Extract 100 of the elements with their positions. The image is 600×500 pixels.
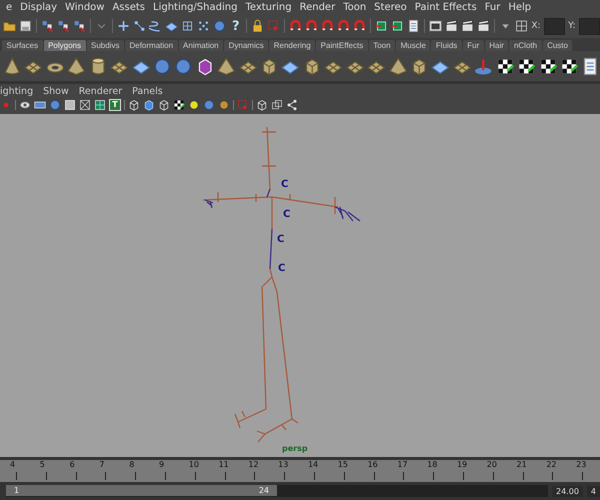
checker-icon[interactable]: [496, 56, 514, 76]
cross-icon[interactable]: [116, 18, 130, 34]
frame-number: 10: [188, 460, 200, 469]
frame-number: 20: [486, 460, 498, 469]
end-time-field[interactable]: 24.00: [552, 486, 583, 496]
checker-icon[interactable]: [173, 99, 185, 111]
overlapping-squares-icon[interactable]: [271, 99, 283, 111]
wireframe-cube-icon[interactable]: [256, 99, 268, 111]
box-icon[interactable]: [260, 56, 278, 76]
cone-icon[interactable]: [3, 56, 22, 76]
frame-number: 21: [516, 460, 528, 469]
x-field[interactable]: [544, 18, 566, 34]
nodes-icon[interactable]: [40, 18, 54, 34]
sphere-icon[interactable]: [213, 18, 226, 34]
shelf-tab[interactable]: Toon: [368, 40, 396, 51]
clapperboard-icon[interactable]: [477, 18, 490, 34]
menu-item[interactable]: Render: [296, 2, 340, 12]
checker-icon[interactable]: [538, 56, 557, 76]
joint-label: C: [283, 209, 290, 220]
playback-end-field[interactable]: 4: [586, 486, 600, 496]
frame-number: 16: [368, 460, 379, 469]
panel-menu-item[interactable]: Renderer: [78, 86, 128, 96]
frame-number: 4: [10, 460, 16, 469]
shelf-tab[interactable]: Fluids: [431, 40, 462, 51]
frame-number: 19: [456, 460, 468, 469]
sphere-icon[interactable]: [203, 99, 215, 111]
frame-number: 13: [278, 460, 290, 469]
cross-box-icon[interactable]: [79, 99, 91, 111]
sphere-icon[interactable]: [152, 56, 172, 76]
panel-menu-item[interactable]: Panels: [132, 86, 169, 96]
y-label: Y:: [568, 21, 576, 31]
menu-item[interactable]: Help: [504, 2, 536, 12]
frame-number: 6: [70, 460, 76, 469]
shelf-tab[interactable]: Dynamics: [224, 40, 268, 51]
frame-number: 22: [546, 460, 558, 469]
shelf-tab[interactable]: Hair: [484, 40, 508, 51]
frame-number: 12: [248, 460, 260, 469]
sphere-icon[interactable]: [188, 99, 200, 111]
frame-number: 23: [576, 460, 588, 469]
clapperboard-icon[interactable]: [461, 18, 474, 34]
grid-box-icon[interactable]: [94, 99, 106, 111]
page-icon[interactable]: [407, 18, 420, 34]
frame-number: 17: [397, 460, 409, 469]
grid-box-icon[interactable]: [515, 18, 528, 34]
shelf-tab[interactable]: Polygons: [44, 40, 86, 51]
wireframe-cube-icon[interactable]: [158, 99, 170, 111]
frame-number: 9: [158, 460, 166, 469]
shelf-tab[interactable]: Muscle: [396, 40, 430, 51]
box-icon[interactable]: [410, 56, 428, 76]
nodes-icon[interactable]: [73, 18, 86, 34]
menu-item[interactable]: Assets: [108, 2, 150, 12]
menu-item[interactable]: Fur: [480, 2, 504, 12]
shelf-tab[interactable]: nCloth: [509, 40, 542, 51]
panel-menu-item[interactable]: ighting: [0, 86, 40, 96]
pyramid-icon[interactable]: [217, 56, 236, 76]
frame-number: 5: [40, 460, 46, 469]
shelf-tab[interactable]: Surfaces: [2, 40, 43, 51]
range-start: 1: [14, 486, 20, 495]
clapperboard-icon[interactable]: [445, 18, 458, 34]
shelf-tab[interactable]: Rendering: [269, 40, 316, 51]
joint-label: C: [278, 263, 286, 274]
menu-item[interactable]: Stereo: [370, 2, 411, 12]
shelf-tab[interactable]: Subdivs: [86, 40, 124, 51]
menu-item[interactable]: Toon: [339, 2, 370, 12]
checker-icon[interactable]: [517, 56, 536, 76]
render-window-icon[interactable]: [429, 18, 442, 34]
node-graph-icon[interactable]: [286, 99, 298, 111]
joint-label: C: [277, 234, 284, 245]
frame-number: 11: [218, 460, 230, 469]
shelf-tab[interactable]: Animation: [178, 40, 224, 51]
checker-icon[interactable]: [560, 56, 578, 76]
joint-chain-icon[interactable]: [132, 18, 146, 34]
x-label: X:: [531, 21, 541, 31]
shelf-tab[interactable]: Custo: [542, 40, 572, 51]
menu-item[interactable]: Paint Effects: [410, 2, 481, 12]
wireframe-cube-icon[interactable]: [128, 99, 140, 111]
frame-number: 8: [129, 460, 136, 469]
panel-menu-item[interactable]: Show: [43, 86, 75, 96]
lock-icon[interactable]: [251, 18, 264, 34]
shelf-tab[interactable]: Fur: [462, 40, 484, 51]
menu-item[interactable]: Window: [61, 2, 108, 12]
menu-item[interactable]: e: [2, 2, 16, 12]
camera-label: persp: [282, 444, 308, 453]
square-icon[interactable]: [64, 99, 76, 111]
menu-item[interactable]: Lighting/Shading: [149, 2, 242, 12]
shelf-tab[interactable]: Deformation: [124, 40, 178, 51]
pyramid-icon[interactable]: [388, 56, 408, 76]
sphere-icon[interactable]: [218, 99, 230, 111]
y-field[interactable]: [578, 18, 600, 34]
frame-number: 15: [338, 460, 349, 469]
range-slider[interactable]: 1 24: [6, 485, 277, 496]
menu-item[interactable]: Texturing: [241, 2, 296, 12]
shelf-tab[interactable]: PaintEffects: [316, 40, 368, 51]
text-button[interactable]: T: [109, 99, 121, 111]
eye-icon[interactable]: [19, 99, 31, 111]
frame-number: 18: [427, 460, 438, 469]
menu-item[interactable]: Display: [16, 2, 62, 12]
nodes-icon[interactable]: [57, 18, 70, 34]
pyramid-icon[interactable]: [67, 56, 86, 76]
save-icon[interactable]: [19, 18, 32, 34]
